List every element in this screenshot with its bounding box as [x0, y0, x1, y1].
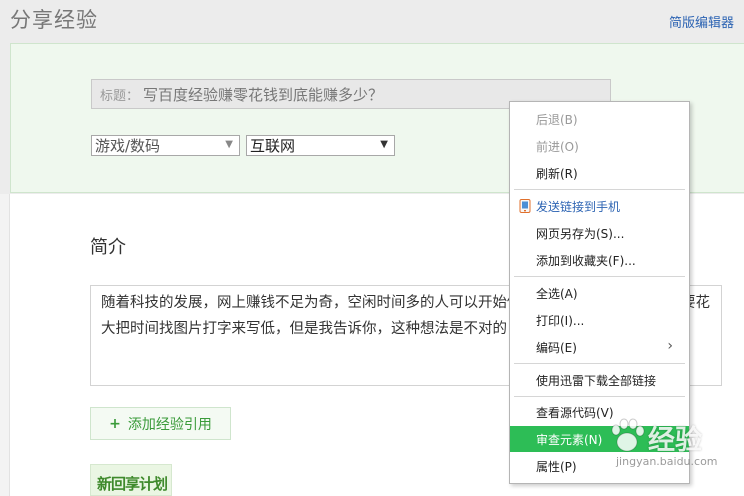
menu-item-thunder-download[interactable]: 使用迅雷下载全部链接 — [510, 367, 689, 393]
menu-item-forward[interactable]: 前进(O) — [510, 133, 689, 159]
menu-item-print[interactable]: 打印(I)... — [510, 307, 689, 333]
category-select-value: 游戏/数码 — [95, 137, 161, 155]
menu-separator — [514, 189, 685, 190]
menu-item-label: 发送链接到手机 — [536, 199, 621, 214]
subcategory-select[interactable]: 互联网 ▼ — [246, 135, 395, 156]
menu-separator — [514, 363, 685, 364]
category-select[interactable]: 游戏/数码 ▼ — [91, 135, 240, 156]
page-title: 分享经验 — [10, 8, 98, 32]
menu-item-properties[interactable]: 属性(P) — [510, 453, 689, 479]
plus-icon: + — [109, 415, 121, 432]
menu-separator — [514, 396, 685, 397]
menu-item-encoding[interactable]: 编码(E) › — [510, 334, 689, 360]
add-reference-label: 添加经验引用 — [127, 416, 212, 433]
menu-item-label: 编码(E) — [536, 340, 577, 355]
simple-editor-link[interactable]: 简版编辑器 — [669, 12, 734, 31]
menu-item-add-favorite[interactable]: 添加到收藏夹(F)... — [510, 247, 689, 273]
title-prefix-label: 标题： — [100, 88, 140, 104]
left-gutter — [0, 194, 10, 496]
share-plan-thumbnail[interactable]: 新回享计划 — [90, 464, 172, 496]
add-reference-button[interactable]: + 添加经验引用 — [90, 407, 231, 440]
subcategory-select-value: 互联网 — [250, 137, 296, 155]
menu-item-view-source[interactable]: 查看源代码(V) — [510, 399, 689, 425]
chevron-right-icon: › — [667, 338, 673, 354]
chevron-down-icon: ▼ — [380, 139, 388, 150]
thumbnail-text: 新回享计划 — [97, 475, 168, 493]
context-menu: 后退(B) 前进(O) 刷新(R) 发送链接到手机 网页另存为(S)... 添加… — [509, 101, 690, 484]
title-value: 写百度经验赚零花钱到底能赚多少？ — [143, 85, 384, 104]
chevron-down-icon: ▼ — [225, 139, 233, 150]
menu-item-send-to-phone[interactable]: 发送链接到手机 — [510, 193, 689, 219]
menu-separator — [514, 276, 685, 277]
menu-item-back[interactable]: 后退(B) — [510, 106, 689, 132]
menu-item-select-all[interactable]: 全选(A) — [510, 280, 689, 306]
menu-item-inspect-element[interactable]: 审查元素(N) — [510, 426, 689, 452]
intro-heading: 简介 — [90, 237, 126, 258]
menu-item-refresh[interactable]: 刷新(R) — [510, 160, 689, 186]
phone-icon — [519, 199, 531, 213]
menu-item-save-as[interactable]: 网页另存为(S)... — [510, 220, 689, 246]
